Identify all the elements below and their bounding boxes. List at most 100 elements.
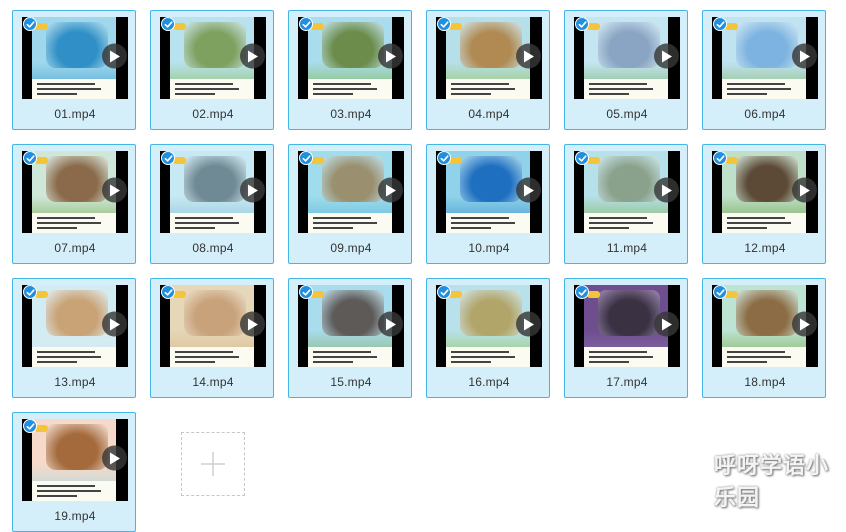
file-tile[interactable]: 04.mp4 xyxy=(426,10,550,130)
caption-band xyxy=(308,213,392,233)
caption-line xyxy=(37,217,95,219)
selected-check-icon[interactable] xyxy=(23,151,37,165)
file-tile[interactable]: 03.mp4 xyxy=(288,10,412,130)
file-tile[interactable]: 01.mp4 xyxy=(12,10,136,130)
selected-check-icon[interactable] xyxy=(23,17,37,31)
selected-check-icon[interactable] xyxy=(713,17,727,31)
caption-line xyxy=(727,88,791,90)
play-icon[interactable] xyxy=(654,311,679,337)
caption-line xyxy=(727,83,785,85)
play-icon[interactable] xyxy=(102,445,127,471)
file-tile[interactable]: 11.mp4 xyxy=(564,144,688,264)
video-thumbnail xyxy=(22,17,128,99)
animal-photo xyxy=(736,156,798,202)
selected-check-icon[interactable] xyxy=(575,285,589,299)
selected-check-icon[interactable] xyxy=(299,151,313,165)
caption-line xyxy=(313,83,371,85)
caption-band xyxy=(584,79,668,99)
caption-band xyxy=(32,213,116,233)
caption-band xyxy=(170,347,254,367)
file-tile[interactable]: 02.mp4 xyxy=(150,10,274,130)
play-icon[interactable] xyxy=(102,311,127,337)
caption-line xyxy=(313,356,377,358)
file-tile[interactable]: 13.mp4 xyxy=(12,278,136,398)
file-tile[interactable]: 19.mp4 xyxy=(12,412,136,532)
selected-check-icon[interactable] xyxy=(23,285,37,299)
video-thumbnail xyxy=(22,151,128,233)
file-tile[interactable]: 14.mp4 xyxy=(150,278,274,398)
add-file-button[interactable] xyxy=(181,432,245,496)
caption-line xyxy=(451,83,509,85)
play-icon[interactable] xyxy=(792,311,817,337)
caption-line xyxy=(727,356,791,358)
play-icon[interactable] xyxy=(240,311,265,337)
file-tile[interactable]: 16.mp4 xyxy=(426,278,550,398)
caption-line xyxy=(313,217,371,219)
selected-check-icon[interactable] xyxy=(575,17,589,31)
animal-photo xyxy=(598,22,660,68)
selected-check-icon[interactable] xyxy=(437,151,451,165)
file-tile[interactable]: 15.mp4 xyxy=(288,278,412,398)
selected-check-icon[interactable] xyxy=(161,151,175,165)
caption-line xyxy=(175,93,215,95)
play-icon[interactable] xyxy=(240,43,265,69)
play-icon[interactable] xyxy=(516,311,541,337)
play-icon[interactable] xyxy=(102,177,127,203)
caption-line xyxy=(313,93,353,95)
file-tile[interactable]: 07.mp4 xyxy=(12,144,136,264)
selected-check-icon[interactable] xyxy=(437,285,451,299)
caption-line xyxy=(175,88,239,90)
caption-line xyxy=(451,222,515,224)
caption-band xyxy=(584,347,668,367)
caption-line xyxy=(313,361,353,363)
selected-check-icon[interactable] xyxy=(299,17,313,31)
file-name: 18.mp4 xyxy=(744,375,786,389)
caption-line xyxy=(175,227,215,229)
caption-line xyxy=(727,93,767,95)
play-icon[interactable] xyxy=(378,311,403,337)
file-tile[interactable]: 06.mp4 xyxy=(702,10,826,130)
play-icon[interactable] xyxy=(792,43,817,69)
play-icon[interactable] xyxy=(378,177,403,203)
caption-line xyxy=(589,351,647,353)
selected-check-icon[interactable] xyxy=(299,285,313,299)
play-icon[interactable] xyxy=(378,43,403,69)
caption-band xyxy=(32,79,116,99)
video-thumbnail xyxy=(436,17,542,99)
play-icon[interactable] xyxy=(792,177,817,203)
caption-band xyxy=(722,347,806,367)
file-tile[interactable]: 17.mp4 xyxy=(564,278,688,398)
selected-check-icon[interactable] xyxy=(161,285,175,299)
play-icon[interactable] xyxy=(654,177,679,203)
caption-line xyxy=(313,222,377,224)
selected-check-icon[interactable] xyxy=(575,151,589,165)
file-tile[interactable]: 08.mp4 xyxy=(150,144,274,264)
caption-line xyxy=(727,351,785,353)
file-tile[interactable]: 09.mp4 xyxy=(288,144,412,264)
file-tile[interactable]: 05.mp4 xyxy=(564,10,688,130)
file-tile[interactable]: 12.mp4 xyxy=(702,144,826,264)
selected-check-icon[interactable] xyxy=(713,285,727,299)
video-thumbnail xyxy=(298,17,404,99)
play-icon[interactable] xyxy=(102,43,127,69)
animal-photo xyxy=(460,156,522,202)
play-icon[interactable] xyxy=(240,177,265,203)
play-icon[interactable] xyxy=(516,43,541,69)
play-icon[interactable] xyxy=(654,43,679,69)
animal-photo xyxy=(322,290,384,336)
file-tile[interactable]: 18.mp4 xyxy=(702,278,826,398)
caption-line xyxy=(37,361,77,363)
selected-check-icon[interactable] xyxy=(437,17,451,31)
play-icon[interactable] xyxy=(516,177,541,203)
selected-check-icon[interactable] xyxy=(23,419,37,433)
caption-line xyxy=(451,88,515,90)
video-thumbnail xyxy=(436,285,542,367)
selected-check-icon[interactable] xyxy=(161,17,175,31)
caption-line xyxy=(451,217,509,219)
video-thumbnail xyxy=(574,17,680,99)
file-tile[interactable]: 10.mp4 xyxy=(426,144,550,264)
caption-line xyxy=(589,227,629,229)
caption-band xyxy=(446,79,530,99)
caption-line xyxy=(589,361,629,363)
selected-check-icon[interactable] xyxy=(713,151,727,165)
